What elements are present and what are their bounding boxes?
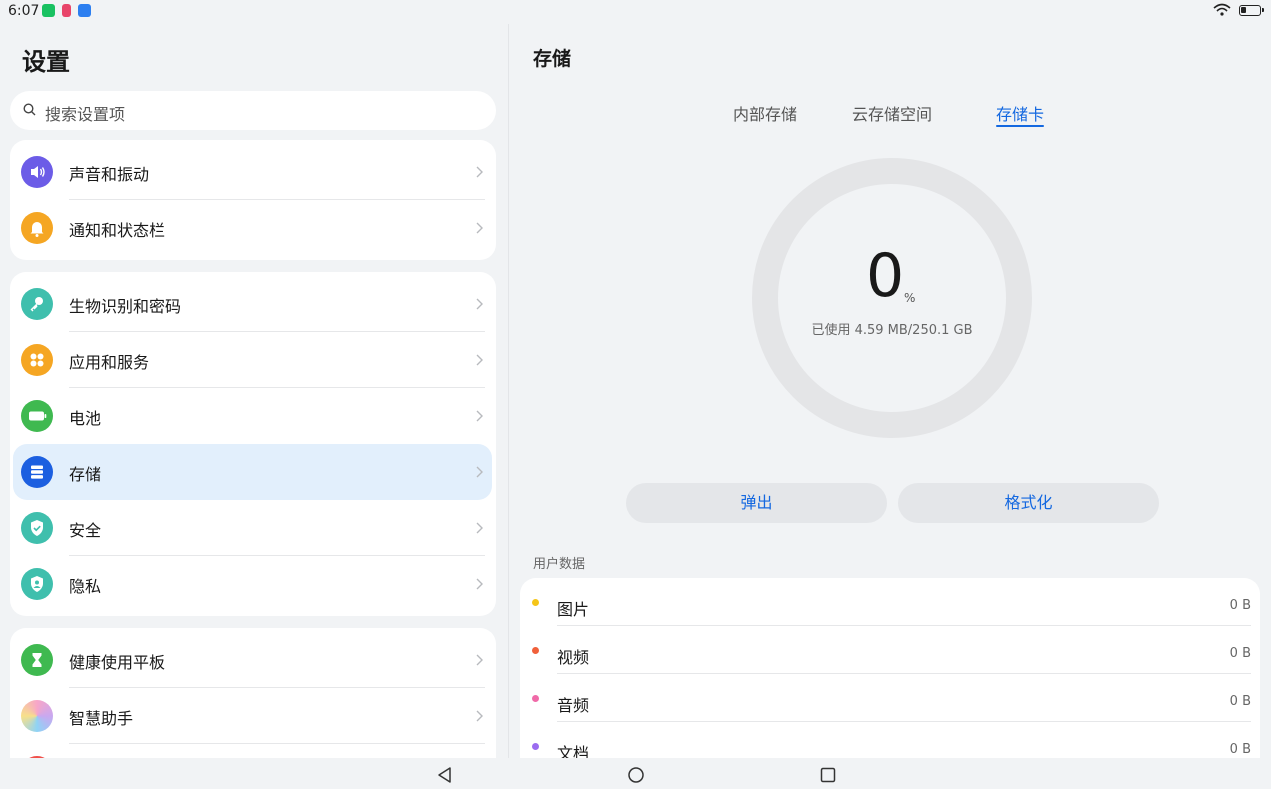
wifi-icon	[1213, 3, 1231, 16]
sidebar-item-storage[interactable]: 存储	[13, 444, 492, 500]
data-label: 音频	[557, 696, 590, 715]
settings-group-2: 生物识别和密码 应用和服务 电池 存储 安全 隐私	[10, 272, 496, 616]
sidebar-item-assistant[interactable]: 智慧助手	[10, 688, 496, 744]
usage-percent: 0	[866, 241, 905, 311]
search-placeholder: 搜索设置项	[45, 105, 126, 124]
user-data-list: 图片 0 B 视频 0 B 音频 0 B 文档 0 B	[520, 578, 1260, 778]
chevron-right-icon	[476, 298, 483, 310]
sound-icon	[21, 156, 53, 188]
dot-icon	[532, 599, 539, 606]
sidebar-item-biometrics[interactable]: 生物识别和密码	[10, 276, 496, 332]
search-icon	[23, 103, 36, 116]
data-label: 图片	[557, 600, 590, 619]
data-value: 0 B	[1229, 694, 1251, 709]
chevron-right-icon	[476, 710, 483, 722]
page-title: 设置	[22, 48, 70, 76]
usage-text: 已使用 4.59 MB/250.1 GB	[811, 323, 973, 338]
sidebar-item-label: 通知和状态栏	[69, 221, 166, 240]
chevron-right-icon	[476, 222, 483, 234]
sidebar-item-privacy[interactable]: 隐私	[10, 556, 496, 612]
tab-internal-storage[interactable]: 内部存储	[733, 101, 797, 125]
sidebar-item-label: 存储	[69, 465, 102, 484]
battery-icon	[21, 400, 53, 432]
data-value: 0 B	[1229, 742, 1251, 757]
sidebar-item-label: 电池	[69, 409, 102, 428]
cloud-icon	[78, 4, 91, 17]
privacy-icon	[21, 568, 53, 600]
chevron-right-icon	[476, 354, 483, 366]
settings-group-1: 声音和振动 通知和状态栏	[10, 140, 496, 260]
app-icon	[62, 4, 71, 17]
usage-unit: %	[904, 291, 916, 305]
chevron-right-icon	[476, 654, 483, 666]
sidebar-item-label: 隐私	[69, 577, 102, 596]
sidebar-item-label: 智慧助手	[69, 709, 134, 728]
apps-icon	[21, 344, 53, 376]
sidebar-item-sound[interactable]: 声音和振动	[10, 144, 496, 200]
settings-group-3: 健康使用平板 智慧助手	[10, 628, 496, 758]
sidebar-item-label: 健康使用平板	[69, 653, 166, 672]
sidebar-item-label: 生物识别和密码	[69, 297, 182, 316]
sidebar-item-label: 应用和服务	[69, 353, 150, 372]
battery-icon	[1239, 5, 1264, 16]
bell-icon	[21, 212, 53, 244]
tab-storage-card[interactable]: 存储卡	[996, 101, 1044, 125]
data-value: 0 B	[1229, 646, 1251, 661]
tab-indicator	[996, 125, 1044, 127]
sidebar-item-apps[interactable]: 应用和服务	[10, 332, 496, 388]
assistant-icon	[21, 700, 53, 732]
list-item-images[interactable]: 图片 0 B	[520, 578, 1260, 626]
key-icon	[21, 288, 53, 320]
chevron-right-icon	[476, 166, 483, 178]
sidebar-item-healthy-use[interactable]: 健康使用平板	[10, 632, 496, 688]
dot-icon	[532, 695, 539, 702]
section-label: 用户数据	[533, 557, 586, 572]
detail-title: 存储	[533, 48, 572, 70]
dot-icon	[532, 647, 539, 654]
data-value: 0 B	[1229, 598, 1251, 613]
sidebar-item-notifications[interactable]: 通知和状态栏	[10, 200, 496, 256]
wechat-icon	[42, 4, 55, 17]
sidebar-item-partial[interactable]	[10, 744, 496, 758]
sidebar-item-security[interactable]: 安全	[10, 500, 496, 556]
settings-sidebar: 设置 搜索设置项 声音和振动 通知和状态栏 生物识别和密码 应用和服务 电池 存…	[0, 24, 508, 758]
home-icon[interactable]	[627, 766, 645, 784]
recents-icon[interactable]	[819, 766, 837, 784]
data-label: 视频	[557, 648, 590, 667]
sidebar-item-label: 声音和振动	[69, 165, 150, 184]
chevron-right-icon	[476, 578, 483, 590]
format-button[interactable]: 格式化	[898, 483, 1159, 523]
sidebar-item-label: 安全	[69, 521, 102, 540]
shield-icon	[21, 512, 53, 544]
storage-detail: 存储 内部存储 云存储空间 存储卡 0 % 已使用 4.59 MB/250.1 …	[509, 24, 1271, 778]
list-item-video[interactable]: 视频 0 B	[520, 626, 1260, 674]
back-icon[interactable]	[436, 766, 454, 784]
sidebar-item-battery[interactable]: 电池	[10, 388, 496, 444]
status-time: 6:07	[8, 3, 40, 19]
storage-icon	[21, 456, 53, 488]
status-bar: 6:07	[0, 0, 1271, 24]
eject-button[interactable]: 弹出	[626, 483, 887, 523]
dot-icon	[532, 743, 539, 750]
search-input[interactable]: 搜索设置项	[10, 91, 496, 130]
chevron-right-icon	[476, 410, 483, 422]
tab-cloud-storage[interactable]: 云存储空间	[852, 101, 932, 125]
hourglass-icon	[21, 644, 53, 676]
chevron-right-icon	[476, 466, 483, 478]
chevron-right-icon	[476, 522, 483, 534]
list-item-audio[interactable]: 音频 0 B	[520, 674, 1260, 722]
navigation-bar	[0, 758, 1271, 789]
